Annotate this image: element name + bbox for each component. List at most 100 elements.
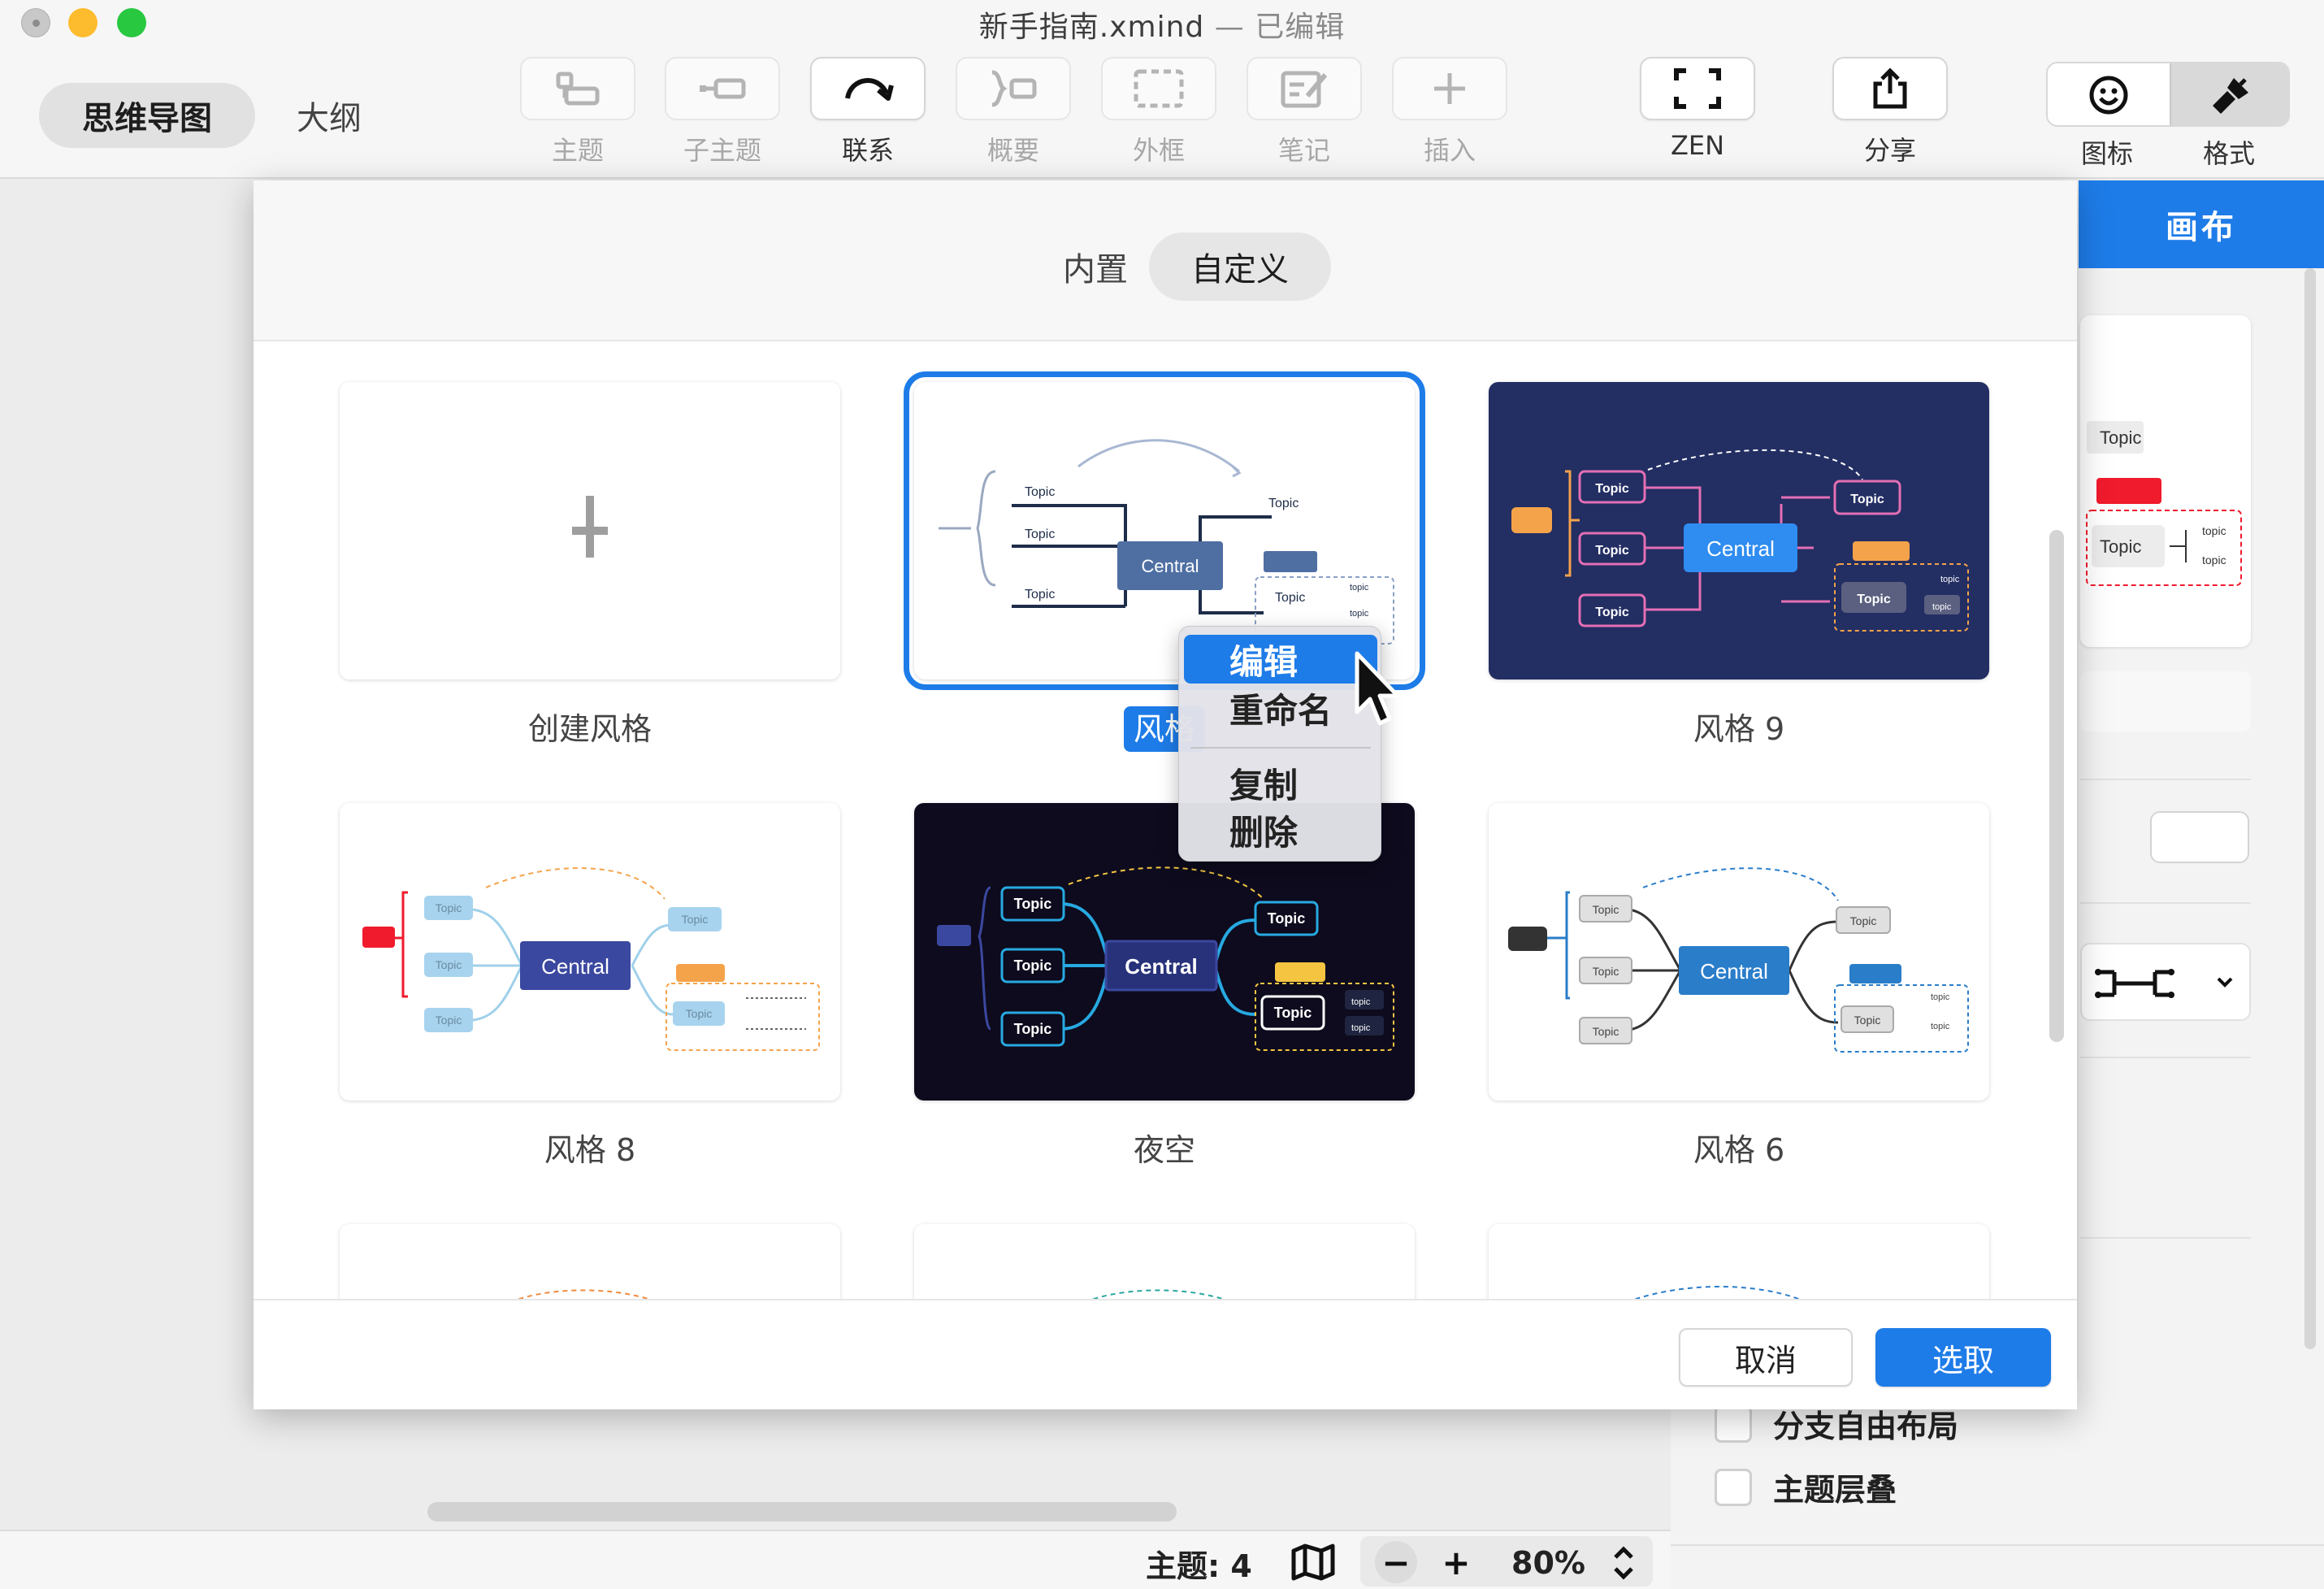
topic-text: Topic — [1268, 910, 1306, 927]
theme-preview[interactable]: Topic Topic topic topic — [2080, 315, 2251, 647]
panel-divider — [2080, 1057, 2251, 1058]
style-thumbnail — [1091, 1289, 1225, 1299]
small-topic-text: topic — [1931, 1022, 1950, 1031]
insert-button[interactable]: 插入 — [1392, 57, 1507, 167]
topic-text: Topic — [1274, 1005, 1312, 1021]
dialog-footer: 取消 选取 — [254, 1299, 2077, 1409]
topic-overlap-checkbox[interactable] — [1715, 1468, 1752, 1506]
boundary-button[interactable]: 外框 — [1101, 57, 1216, 167]
tab-format[interactable] — [2170, 63, 2288, 125]
style-card-6[interactable]: Topic Topic Topic Central Topic Topic to… — [1489, 803, 1989, 1101]
topic-text: Topic — [1014, 1021, 1052, 1037]
topic-text: Topic — [436, 1014, 462, 1027]
summary-icon — [991, 70, 1037, 107]
zoom-stepper-icon[interactable] — [1609, 1543, 1638, 1583]
share-button[interactable]: 分享 — [1832, 57, 1948, 167]
menu-item-delete[interactable]: 删除 — [1184, 805, 1377, 854]
zen-fullscreen-icon — [1674, 68, 1721, 109]
window-title: 新手指南.xmind — 已编辑 — [0, 3, 2324, 46]
canvas-horizontal-scrollbar[interactable] — [427, 1502, 1177, 1522]
topic-button[interactable]: 主题 — [520, 57, 635, 167]
topic-text: Topic — [686, 1007, 713, 1020]
topic-text: Topic — [1595, 482, 1629, 496]
insert-button-label: 插入 — [1423, 135, 1476, 166]
panel-divider — [2080, 1237, 2251, 1239]
small-topic-text: topic — [1351, 997, 1371, 1007]
topic-text: Topic — [1854, 1014, 1881, 1027]
tab-icons[interactable] — [2048, 63, 2170, 125]
tab-mind-map[interactable]: 思维导图 — [39, 83, 255, 148]
small-topic-text: topic — [1940, 575, 1960, 584]
insert-plus-icon — [1434, 73, 1465, 104]
topic-text: Topic — [682, 913, 709, 926]
style-card-8[interactable]: Topic Topic Topic Central Topic Topic — [340, 803, 840, 1101]
zen-button[interactable]: ZEN — [1640, 57, 1755, 161]
inspector-tabs — [2046, 62, 2290, 127]
create-style-card[interactable] — [340, 382, 840, 679]
theme-grid-scrollbar[interactable] — [2049, 530, 2064, 1042]
central-text: Central — [1142, 556, 1199, 576]
create-style-label: 创建风格 — [527, 711, 652, 747]
relationship-button-label: 联系 — [841, 135, 894, 166]
topic-icon — [556, 72, 600, 106]
style-9-label: 风格 9 — [1693, 711, 1785, 747]
style-thumbnail: Central Topic Topic Topic Topic Topic to… — [1511, 449, 1969, 632]
relationship-icon — [845, 78, 894, 101]
topic-text: Topic — [1857, 593, 1891, 606]
canvas-color-swatch[interactable] — [2150, 811, 2249, 863]
topic-text: Topic — [1025, 527, 1055, 541]
topic-text: Topic — [1275, 591, 1305, 605]
boundary-icon — [1134, 69, 1184, 108]
edited-status: — 已编辑 — [1214, 11, 1346, 44]
preview-subtopic-1: topic — [2202, 524, 2226, 537]
zoom-out-button[interactable]: − — [1375, 1541, 1417, 1583]
style-card[interactable] — [1489, 1224, 1989, 1299]
share-button-label: 分享 — [1863, 135, 1916, 166]
subtopic-button[interactable]: 子主题 — [665, 57, 780, 167]
tab-icons-label: 图标 — [2080, 138, 2133, 169]
tab-custom[interactable]: 自定义 — [1149, 232, 1331, 301]
share-icon — [1873, 67, 1907, 109]
topic-text: Topic — [1850, 914, 1877, 927]
style-thumbnail — [517, 1289, 651, 1299]
zoom-in-button[interactable]: + — [1435, 1541, 1477, 1583]
menu-item-duplicate[interactable]: 复制 — [1184, 758, 1377, 807]
style-card[interactable] — [340, 1224, 840, 1299]
topic-text: Topic — [1850, 493, 1884, 506]
topic-text: Topic — [1595, 606, 1629, 619]
summary-button[interactable]: 概要 — [956, 57, 1071, 167]
context-menu: 编辑 重命名 复制 删除 — [1178, 626, 1381, 862]
menu-item-rename[interactable]: 重命名 — [1184, 684, 1377, 732]
menu-item-edit[interactable]: 编辑 — [1184, 635, 1377, 684]
tab-outline[interactable]: 大纲 — [276, 83, 382, 148]
style-card-9[interactable]: Central Topic Topic Topic Topic Topic to… — [1489, 382, 1989, 679]
style-card[interactable] — [914, 1224, 1415, 1299]
topic-overlap-row[interactable]: 主题层叠 — [1715, 1465, 1897, 1509]
paintbrush-icon — [2213, 78, 2248, 114]
central-text: Central — [541, 954, 609, 979]
zoom-level[interactable]: 80% — [1511, 1535, 1585, 1589]
topic-text: Topic — [1593, 965, 1619, 978]
note-button[interactable]: 笔记 — [1247, 57, 1362, 167]
free-layout-checkbox[interactable] — [1715, 1404, 1752, 1443]
style-6-label: 风格 6 — [1693, 1132, 1785, 1168]
summary-button-label: 概要 — [986, 135, 1039, 166]
structure-dropdown[interactable] — [2080, 943, 2251, 1021]
format-field[interactable] — [2080, 671, 2251, 732]
dialog-header: 内置 自定义 — [254, 180, 2077, 341]
tab-canvas[interactable]: 画布 — [2079, 180, 2324, 268]
format-panel-scrollbar[interactable] — [2304, 268, 2316, 1349]
theme-grid: 创建风格 Central Topic Topic Topic Topic Top… — [254, 343, 2077, 1299]
select-button[interactable]: 选取 — [1875, 1328, 2051, 1387]
note-button-label: 笔记 — [1277, 135, 1330, 166]
map-overview-icon[interactable] — [1289, 1541, 1338, 1583]
chevron-down-icon — [2217, 977, 2233, 988]
topic-text: Topic — [1025, 485, 1055, 499]
preview-topic-1: Topic — [2100, 428, 2141, 448]
theme-dialog: 内置 自定义 创建风格 Central Topic Topic Topic To — [254, 180, 2077, 1409]
relationship-button[interactable]: 联系 — [810, 57, 926, 167]
topic-text: Topic — [1014, 957, 1052, 974]
mouse-pointer-icon — [1355, 651, 1400, 726]
cancel-button[interactable]: 取消 — [1679, 1328, 1853, 1387]
tab-builtin[interactable]: 内置 — [1022, 232, 1169, 301]
